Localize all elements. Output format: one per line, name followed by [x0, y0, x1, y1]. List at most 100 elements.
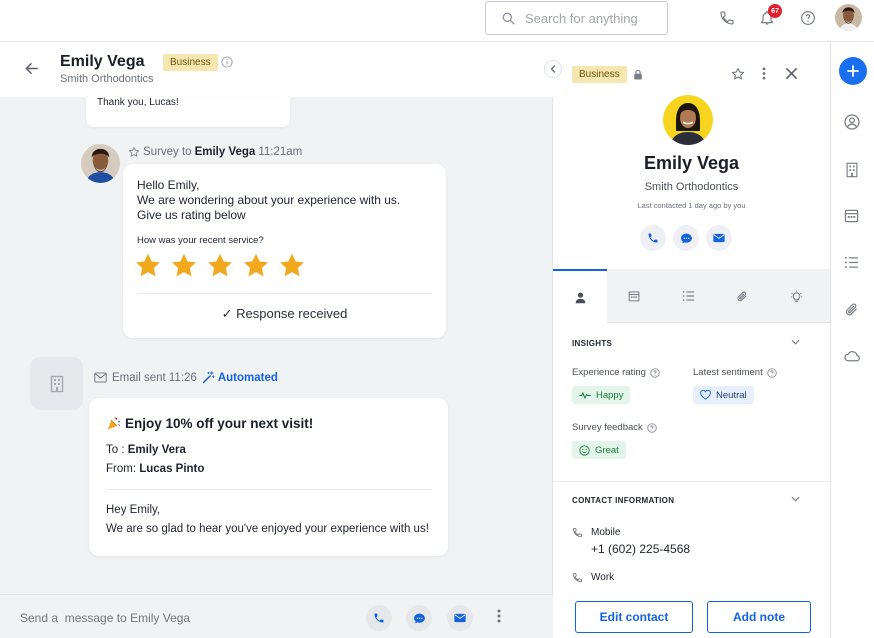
calendar-icon[interactable] [844, 208, 859, 223]
automated-label[interactable]: Automated [202, 371, 278, 384]
plus-icon [847, 65, 859, 77]
phone-icon [647, 232, 659, 244]
more-vertical-icon[interactable] [762, 67, 766, 80]
survey-line: Hello Emily, [137, 178, 200, 192]
email-from-name: Lucas Pinto [139, 463, 205, 475]
user-avatar[interactable] [835, 4, 862, 31]
paperclip-icon [736, 290, 748, 303]
survey-line: We are wondering about your experience w… [137, 193, 401, 207]
add-note-button[interactable]: Add note [707, 601, 811, 633]
right-rail [830, 42, 874, 638]
email-to-label: To : [106, 444, 125, 456]
chevron-left-icon [549, 65, 557, 73]
contact-tabs [553, 269, 830, 323]
favorite-star-icon[interactable] [731, 67, 745, 81]
composer-chat-button[interactable] [406, 605, 432, 631]
email-meta-label: Email sent 11:26 [112, 371, 197, 384]
building-avatar [30, 357, 83, 410]
checklist-icon [682, 290, 695, 302]
latest-sentiment-text: Latest sentiment [693, 367, 763, 378]
help-icon[interactable] [647, 422, 657, 433]
survey-feedback-text: Survey feedback [572, 422, 643, 433]
automated-text: Automated [217, 371, 278, 384]
star-outline-icon [128, 146, 140, 158]
more-options-icon[interactable] [497, 609, 501, 623]
message-contact-button[interactable] [673, 225, 699, 251]
checklist-icon[interactable] [844, 256, 859, 269]
tab-insights[interactable] [769, 269, 823, 323]
mobile-value[interactable]: +1 (602) 225-4568 [591, 542, 690, 556]
message-input[interactable] [20, 611, 350, 625]
call-contact-button[interactable] [640, 225, 666, 251]
lock-icon [633, 69, 643, 80]
divider [137, 293, 432, 294]
divider [106, 489, 432, 490]
conversation-header: Emily Vega Smith Orthodontics Business [0, 42, 553, 97]
survey-recipient: Emily Vega [194, 146, 256, 158]
help-icon[interactable] [798, 8, 818, 28]
person-icon [574, 291, 587, 304]
chevron-down-icon[interactable] [791, 496, 800, 502]
composer-email-button[interactable] [447, 605, 473, 631]
contact-name: Emily Vega [643, 153, 740, 173]
business-tag: Business [163, 54, 218, 71]
survey-card: Hello Emily, We are wondering about your… [123, 164, 446, 338]
divider [553, 481, 830, 482]
star-icon [280, 254, 304, 277]
lightbulb-icon [790, 289, 803, 303]
survey-feedback-value: Great [595, 444, 619, 456]
top-bar: Search for anything 67 [0, 0, 874, 42]
conversation-contact-name[interactable]: Emily Vega [60, 53, 145, 71]
survey-time: 11:21am [258, 146, 303, 158]
email-meta: Email sent 11:26 Automated [94, 371, 278, 384]
search-icon [502, 12, 525, 25]
help-icon[interactable] [767, 367, 777, 378]
info-icon[interactable] [221, 56, 233, 68]
experience-rating-value: Happy [596, 389, 624, 401]
tab-tasks[interactable] [661, 269, 715, 323]
survey-message: Hello Emily, We are wondering about your… [137, 178, 400, 223]
search-placeholder[interactable]: Search for anything [525, 11, 638, 26]
tab-profile[interactable] [553, 269, 607, 323]
work-label: Work [591, 572, 615, 583]
chevron-down-icon[interactable] [791, 339, 800, 345]
envelope-icon [454, 613, 466, 623]
cloud-icon[interactable] [844, 350, 861, 362]
latest-sentiment-value: Neutral [716, 389, 747, 401]
survey-meta-label: Survey to [143, 146, 192, 158]
contact-circle-icon[interactable] [844, 114, 860, 130]
phone-icon [572, 572, 583, 583]
previous-message-text: Thank you, Lucas! [97, 97, 179, 108]
paperclip-icon[interactable] [844, 302, 859, 317]
survey-question: How was your recent service? [137, 235, 264, 246]
contact-company: Smith Orthodontics [644, 181, 739, 193]
response-text: Response received [236, 306, 348, 321]
add-button[interactable] [839, 57, 867, 85]
last-contacted: Last contacted 1 day ago by you [637, 201, 746, 210]
phone-icon [373, 612, 385, 624]
work-row: Work [572, 572, 614, 583]
response-status: ✓ Response received [123, 306, 446, 322]
email-contact-button[interactable] [706, 225, 732, 251]
conversation-pane: Emily Vega Smith Orthodontics Business T… [0, 42, 553, 638]
latest-sentiment-label: Latest sentiment [693, 367, 777, 378]
building-icon[interactable] [844, 162, 860, 178]
survey-meta: Survey to Emily Vega 11:21am [128, 146, 302, 158]
envelope-icon [94, 372, 107, 383]
close-icon[interactable] [785, 67, 798, 80]
edit-contact-button[interactable]: Edit contact [575, 601, 693, 633]
contact-business-tag: Business [572, 66, 627, 83]
tab-calendar[interactable] [607, 269, 661, 323]
tab-attachments[interactable] [715, 269, 769, 323]
back-arrow-icon[interactable] [24, 61, 39, 76]
conversation-company: Smith Orthodontics [60, 73, 154, 85]
email-subject: Enjoy 10% off your next visit! [106, 416, 313, 431]
notification-badge: 67 [768, 4, 782, 18]
phone-icon[interactable] [717, 8, 737, 28]
email-to-name: Emily Vera [127, 444, 186, 456]
collapse-panel-button[interactable] [544, 60, 562, 78]
global-search[interactable]: Search for anything [485, 1, 668, 35]
star-icon [208, 254, 232, 277]
composer-phone-button[interactable] [366, 605, 392, 631]
help-icon[interactable] [650, 367, 660, 378]
